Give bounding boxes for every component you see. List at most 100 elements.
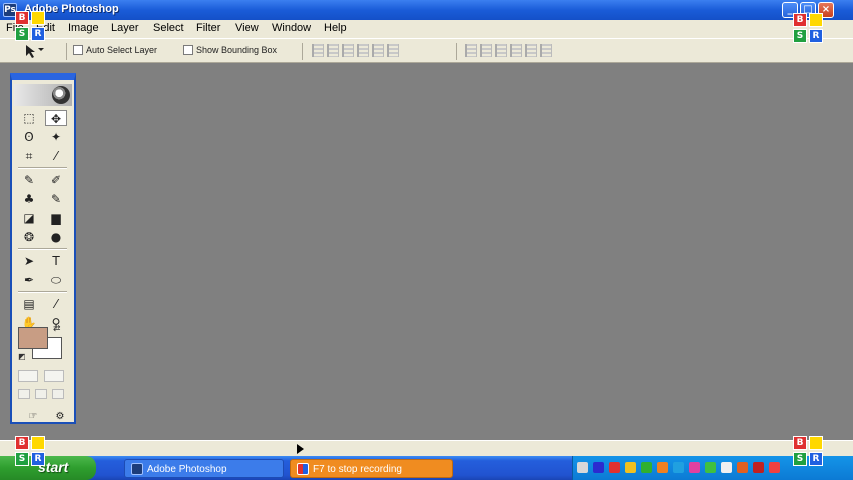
eyedropper-tool-icon[interactable]: ⁄ — [45, 296, 67, 312]
workspace[interactable] — [0, 64, 853, 440]
auto-select-layer-checkbox[interactable]: Auto Select Layer — [73, 45, 157, 55]
photoshop-icon — [131, 463, 143, 475]
marquee-tool-icon[interactable]: ⬚ — [18, 110, 40, 126]
full-screen-icon[interactable] — [52, 389, 64, 399]
messenger-icon[interactable] — [641, 462, 652, 473]
distribute-right-icon[interactable] — [540, 44, 552, 57]
logo-square: S — [793, 29, 807, 43]
notes-tool-icon[interactable]: ▤ — [18, 296, 40, 312]
taskbar-item-recording[interactable]: F7 to stop recording — [290, 459, 453, 478]
toolbox-header[interactable] — [14, 84, 72, 106]
keyboard-icon[interactable] — [577, 462, 588, 473]
options-separator — [66, 43, 67, 60]
menu-view[interactable]: View — [235, 22, 259, 34]
logo-square — [31, 11, 45, 25]
show-bounding-box-label: Show Bounding Box — [196, 45, 278, 55]
logo-square: B — [15, 436, 29, 450]
logo-square: S — [793, 452, 807, 466]
logo-square: R — [809, 452, 823, 466]
title-bar: Ps Adobe Photoshop _ □ × — [0, 0, 853, 20]
menu-bar: File Edit Image Layer Select Filter View… — [0, 20, 853, 38]
adobe-online-icon[interactable] — [52, 86, 70, 104]
logo-square — [809, 436, 823, 450]
align-top-icon[interactable] — [312, 44, 324, 57]
healing-brush-tool-icon[interactable]: ✎ — [18, 172, 40, 188]
quick-mask-mode-icon[interactable] — [44, 370, 64, 382]
distribute-bottom-icon[interactable] — [495, 44, 507, 57]
move-tool-icon[interactable]: ✥ — [45, 110, 67, 126]
crop-tool-icon[interactable]: ⌗ — [18, 148, 40, 164]
pen-tool-icon[interactable]: ✒ — [18, 272, 40, 288]
align-left-icon[interactable] — [357, 44, 369, 57]
update-icon[interactable] — [657, 462, 668, 473]
tray-app-icon[interactable] — [737, 462, 748, 473]
shape-tool-icon[interactable]: ⬭ — [45, 272, 67, 288]
logo-square: R — [31, 27, 45, 41]
path-selection-tool-icon[interactable]: ➤ — [18, 253, 40, 269]
network-icon[interactable] — [593, 462, 604, 473]
align-buttons — [312, 44, 399, 57]
menu-filter[interactable]: Filter — [196, 22, 220, 34]
foreground-color-swatch[interactable] — [18, 327, 48, 349]
magic-wand-tool-icon[interactable]: ✦ — [45, 129, 67, 145]
taskbar-item-label: F7 to stop recording — [313, 464, 402, 475]
antivirus-icon[interactable] — [609, 462, 620, 473]
checkbox-box[interactable] — [183, 45, 193, 55]
brush-tool-icon[interactable]: ✐ — [45, 172, 67, 188]
eraser-tool-icon[interactable]: ◪ — [18, 210, 40, 226]
align-hcenter-icon[interactable] — [372, 44, 384, 57]
default-colors-icon[interactable]: ◩ — [18, 352, 26, 361]
status-menu-arrow-icon[interactable] — [297, 444, 304, 454]
jump-to-imageready-icon[interactable]: ☞ — [18, 409, 48, 425]
lasso-tool-icon[interactable]: ʘ — [18, 129, 40, 145]
tray-app-icon[interactable] — [769, 462, 780, 473]
menu-help[interactable]: Help — [324, 22, 347, 34]
show-bounding-box-checkbox[interactable]: Show Bounding Box — [183, 45, 277, 55]
taskbar-item-photoshop[interactable]: Adobe Photoshop — [124, 459, 284, 478]
slice-tool-icon[interactable]: ⁄ — [45, 148, 67, 164]
align-bottom-icon[interactable] — [342, 44, 354, 57]
menu-select[interactable]: Select — [153, 22, 184, 34]
tool-divider — [18, 291, 67, 293]
history-brush-tool-icon[interactable]: ✎ — [45, 191, 67, 207]
security-shield-icon[interactable] — [625, 462, 636, 473]
distribute-vcenter-icon[interactable] — [480, 44, 492, 57]
align-right-icon[interactable] — [387, 44, 399, 57]
checkbox-box[interactable] — [73, 45, 83, 55]
status-bar — [0, 440, 853, 456]
menu-window[interactable]: Window — [272, 22, 311, 34]
mask-mode-row — [18, 370, 64, 382]
tray-app-icon[interactable] — [705, 462, 716, 473]
gradient-tool-icon[interactable]: ▆ — [45, 210, 67, 226]
tray-app-icon[interactable] — [721, 462, 732, 473]
distribute-top-icon[interactable] — [465, 44, 477, 57]
dodge-tool-icon[interactable]: ● — [45, 229, 67, 245]
standard-mode-icon[interactable] — [18, 370, 38, 382]
bsr-watermark-logo: B S R — [789, 12, 825, 44]
tool-grid: ⬚ ✥ ʘ ✦ ⌗ ⁄ ✎ ✐ ♣ ✎ ◪ ▆ ❂ ● ➤ T ✒ ⬭ ▤ ⁄ … — [18, 110, 70, 331]
options-separator — [456, 43, 457, 60]
bsr-watermark-logo: B S R — [11, 10, 47, 42]
logo-square — [31, 436, 45, 450]
imageready-icon[interactable]: ⚙ — [52, 409, 68, 425]
standard-screen-icon[interactable] — [18, 389, 30, 399]
menu-image[interactable]: Image — [68, 22, 99, 34]
tool-preset-picker[interactable] — [20, 43, 60, 59]
distribute-hcenter-icon[interactable] — [525, 44, 537, 57]
tray-app-icon[interactable] — [753, 462, 764, 473]
taskbar-item-label: Adobe Photoshop — [147, 464, 227, 475]
jump-row: ☞ ⚙ — [18, 409, 68, 425]
full-screen-menu-icon[interactable] — [35, 389, 47, 399]
type-tool-icon[interactable]: T — [45, 253, 67, 269]
volume-icon[interactable] — [673, 462, 684, 473]
blur-tool-icon[interactable]: ❂ — [18, 229, 40, 245]
logo-square: S — [15, 27, 29, 41]
options-bar: Auto Select Layer Show Bounding Box — [0, 38, 853, 63]
clone-stamp-tool-icon[interactable]: ♣ — [18, 191, 40, 207]
align-vcenter-icon[interactable] — [327, 44, 339, 57]
swap-colors-icon[interactable]: ⇄ — [53, 324, 61, 334]
bsr-watermark-logo: B S R — [789, 435, 825, 467]
tray-app-icon[interactable] — [689, 462, 700, 473]
menu-layer[interactable]: Layer — [111, 22, 139, 34]
distribute-left-icon[interactable] — [510, 44, 522, 57]
